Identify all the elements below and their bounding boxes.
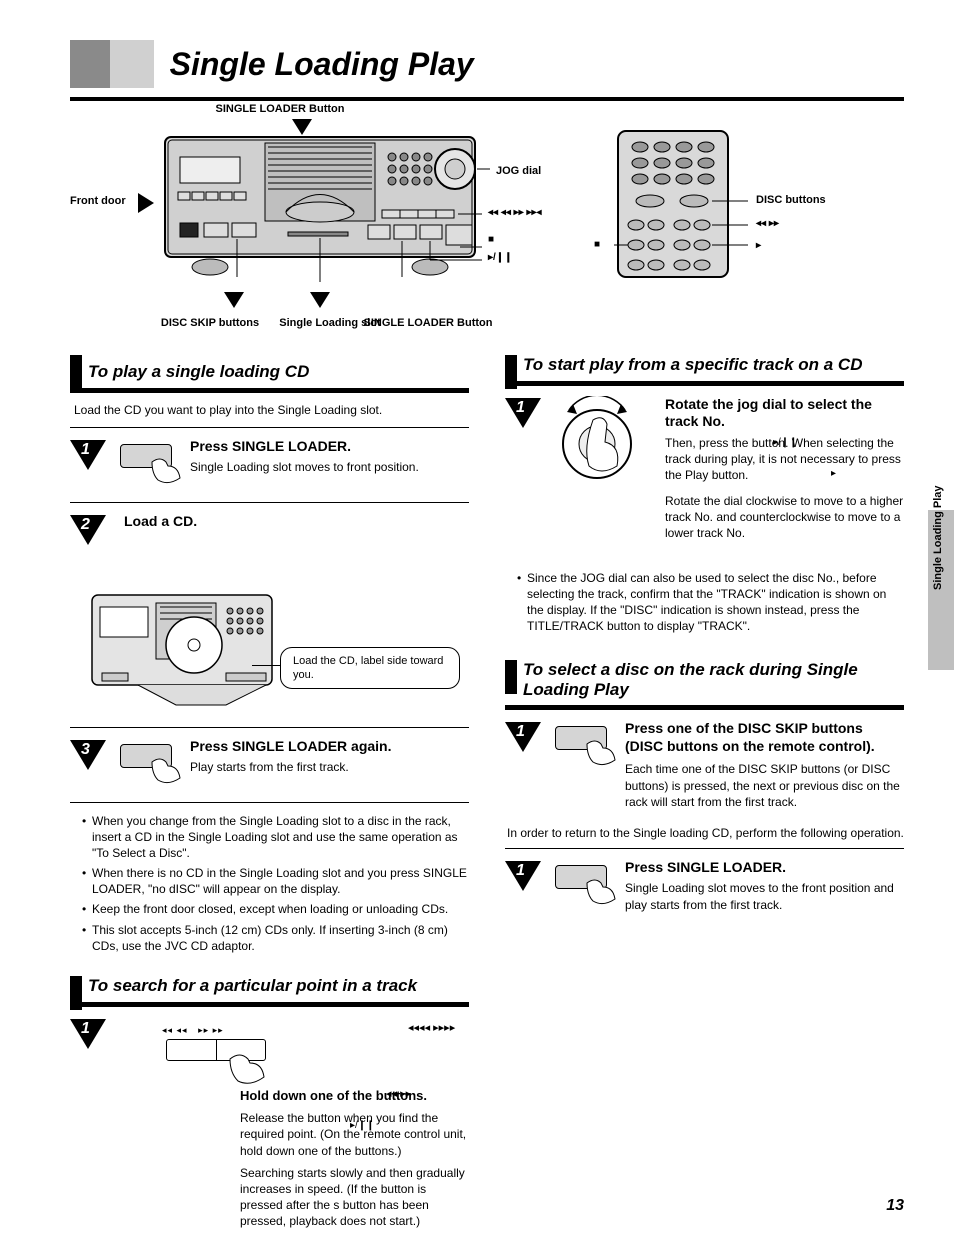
- hand-icon: [150, 456, 186, 486]
- jog-bullet: Since the JOG dial can also be used to s…: [517, 570, 904, 635]
- step-disc-1: 1 Press one of the DISC SKIP buttons (DI…: [505, 720, 904, 810]
- left-column: To play a single loading CD Load the CD …: [70, 347, 469, 1243]
- page-number: 13: [886, 1197, 904, 1215]
- label-stop: ■: [488, 234, 494, 245]
- hand-icon: [150, 756, 186, 786]
- right-column: To start play from a specific track on a…: [505, 347, 904, 1243]
- step-body-disc2: Single Loading slot moves to the front p…: [625, 880, 904, 912]
- label-single-loader: SINGLE LOADER Button: [200, 103, 360, 115]
- step-head-3: Press SINGLE LOADER again.: [190, 738, 469, 756]
- search-sym-play: ▸/❙❙: [350, 1120, 375, 1131]
- label-track-buttons: ◂◂ ◂◂ ▸▸ ▸▸◂: [488, 207, 542, 218]
- step-head-2: Load a CD.: [124, 513, 469, 531]
- section-search: To search for a particular point in a tr…: [70, 976, 469, 996]
- unit-open-illustration: [86, 577, 286, 707]
- note-3: Keep the front door closed, except when …: [82, 901, 469, 917]
- label-front-door: Front door: [70, 195, 126, 207]
- step-search: 1 ◂◂ ◂◂ ▸▸ ▸▸ Hold down one of the butto…: [70, 1017, 469, 1230]
- step-head-jog: Rotate the jog dial to select the track …: [665, 396, 904, 431]
- section-title-3: To start play from a specific track on a…: [523, 355, 904, 375]
- side-tab: Single Loading Play: [928, 510, 954, 670]
- button-icon-3: [553, 720, 615, 770]
- step-body-3: Play starts from the first track.: [190, 759, 469, 775]
- jog-sym1: ▸/❙❙: [773, 436, 798, 450]
- side-tab-label: Single Loading Play: [932, 485, 944, 590]
- header-icon: [70, 40, 154, 91]
- step-3: 3 Press SINGLE LOADER again. Play starts…: [70, 738, 469, 788]
- jog-note-list: Since the JOG dial can also be used to s…: [517, 570, 904, 635]
- section-select-disc: To select a disc on the rack during Sing…: [505, 660, 904, 699]
- page-header: Single Loading Play: [70, 40, 904, 91]
- button-icon-4: [553, 859, 615, 909]
- step-num-1: 1: [81, 441, 90, 459]
- section-start: To start play from a specific track on a…: [505, 355, 904, 375]
- remote-stop-label: ■: [594, 239, 600, 250]
- step-num-disc2: 1: [516, 862, 525, 880]
- remote-play-label: ▸: [756, 240, 761, 251]
- label-disc-skip: DISC SKIP buttons: [150, 317, 270, 329]
- step-head-1: Press SINGLE LOADER.: [190, 438, 469, 456]
- load-caption: Load the CD, label side toward you.: [280, 647, 460, 690]
- note-2: When there is no CD in the Single Loadin…: [82, 865, 469, 897]
- arrow-disc-skip: [224, 292, 244, 308]
- arrow-front-door: [138, 193, 154, 213]
- jog-text1: Then, press the button. When selecting t…: [665, 435, 904, 484]
- step-jog: 1 Rotate the jog dial to select the trac…: [505, 396, 904, 556]
- remote-disc-label: DISC buttons: [756, 194, 826, 206]
- arrow-slot: [310, 292, 330, 308]
- note-4: This slot accepts 5-inch (12 cm) CDs onl…: [82, 922, 469, 954]
- remote-skip-label: ◂◂ ▸▸: [756, 218, 779, 229]
- step-head-disc1: Press one of the DISC SKIP buttons (DISC…: [625, 720, 904, 755]
- hand-icon: [585, 877, 621, 907]
- hand-icon: [585, 738, 621, 768]
- step-num-3: 3: [81, 741, 90, 759]
- cd-unit-illustration: [160, 117, 490, 287]
- step-body-1: Single Loading slot moves to front posit…: [190, 459, 469, 475]
- step-2: 2 Load a CD.: [70, 513, 469, 563]
- step-body-disc1: Each time one of the DISC SKIP buttons (…: [625, 761, 904, 810]
- notes-list: When you change from the Single Loading …: [82, 813, 469, 955]
- search-line3: Searching starts slowly and then gradual…: [240, 1165, 469, 1230]
- step-disc-2: 1 Press SINGLE LOADER. Single Loading sl…: [505, 859, 904, 913]
- search-line1: Hold down one of the buttons.: [240, 1087, 469, 1105]
- jog-illustration: [549, 396, 645, 486]
- section-title-1: To play a single loading CD: [88, 355, 469, 382]
- step-num-jog: 1: [516, 399, 525, 417]
- section-title-4: To select a disc on the rack during Sing…: [523, 660, 904, 699]
- section-title-2: To search for a particular point in a tr…: [88, 976, 469, 996]
- hand-icon: [228, 1051, 272, 1087]
- label-single-loader-2: SINGLE LOADER Button: [358, 317, 498, 329]
- step-num-disc1: 1: [516, 723, 525, 741]
- note-1: When you change from the Single Loading …: [82, 813, 469, 862]
- load-cd-diagram: Load the CD, label side toward you.: [70, 577, 469, 717]
- label-jog-dial: JOG dial: [496, 165, 541, 177]
- top-figures: Front door SINGLE LOADER Button: [70, 117, 904, 337]
- search-sym-remote: ◂◂ ▸▸: [386, 1087, 411, 1100]
- step-head-disc2: Press SINGLE LOADER.: [625, 859, 904, 877]
- step-num-search: 1: [81, 1020, 90, 1038]
- step-num-2: 2: [81, 516, 90, 534]
- page-title: Single Loading Play: [170, 46, 474, 83]
- step-1: 1 Press SINGLE LOADER. Single Loading sl…: [70, 438, 469, 488]
- jog-sym2: ▸: [831, 467, 836, 481]
- button-icon-2: [118, 738, 180, 788]
- search-btn-symbols: ◂◂ ◂◂ ▸▸ ▸▸: [162, 1025, 224, 1036]
- jog-text2: Rotate the dial clockwise to move to a h…: [665, 493, 904, 542]
- jog-dial-figure: [549, 396, 639, 476]
- label-play-pause: ▸/❙❙: [488, 252, 513, 263]
- search-sym-hold: ◂◂◂◂ ▸▸▸▸: [408, 1021, 455, 1034]
- button-icon: [118, 438, 180, 488]
- unit-figure: [160, 117, 510, 287]
- header-rule: [70, 97, 904, 101]
- disc-return-intro: In order to return to the Single loading…: [507, 826, 904, 840]
- search-line2: Release the button when you find the req…: [240, 1110, 469, 1159]
- remote-illustration: [610, 129, 750, 279]
- section-1-intro: Load the CD you want to play into the Si…: [74, 403, 469, 417]
- section-play-single: To play a single loading CD: [70, 355, 469, 382]
